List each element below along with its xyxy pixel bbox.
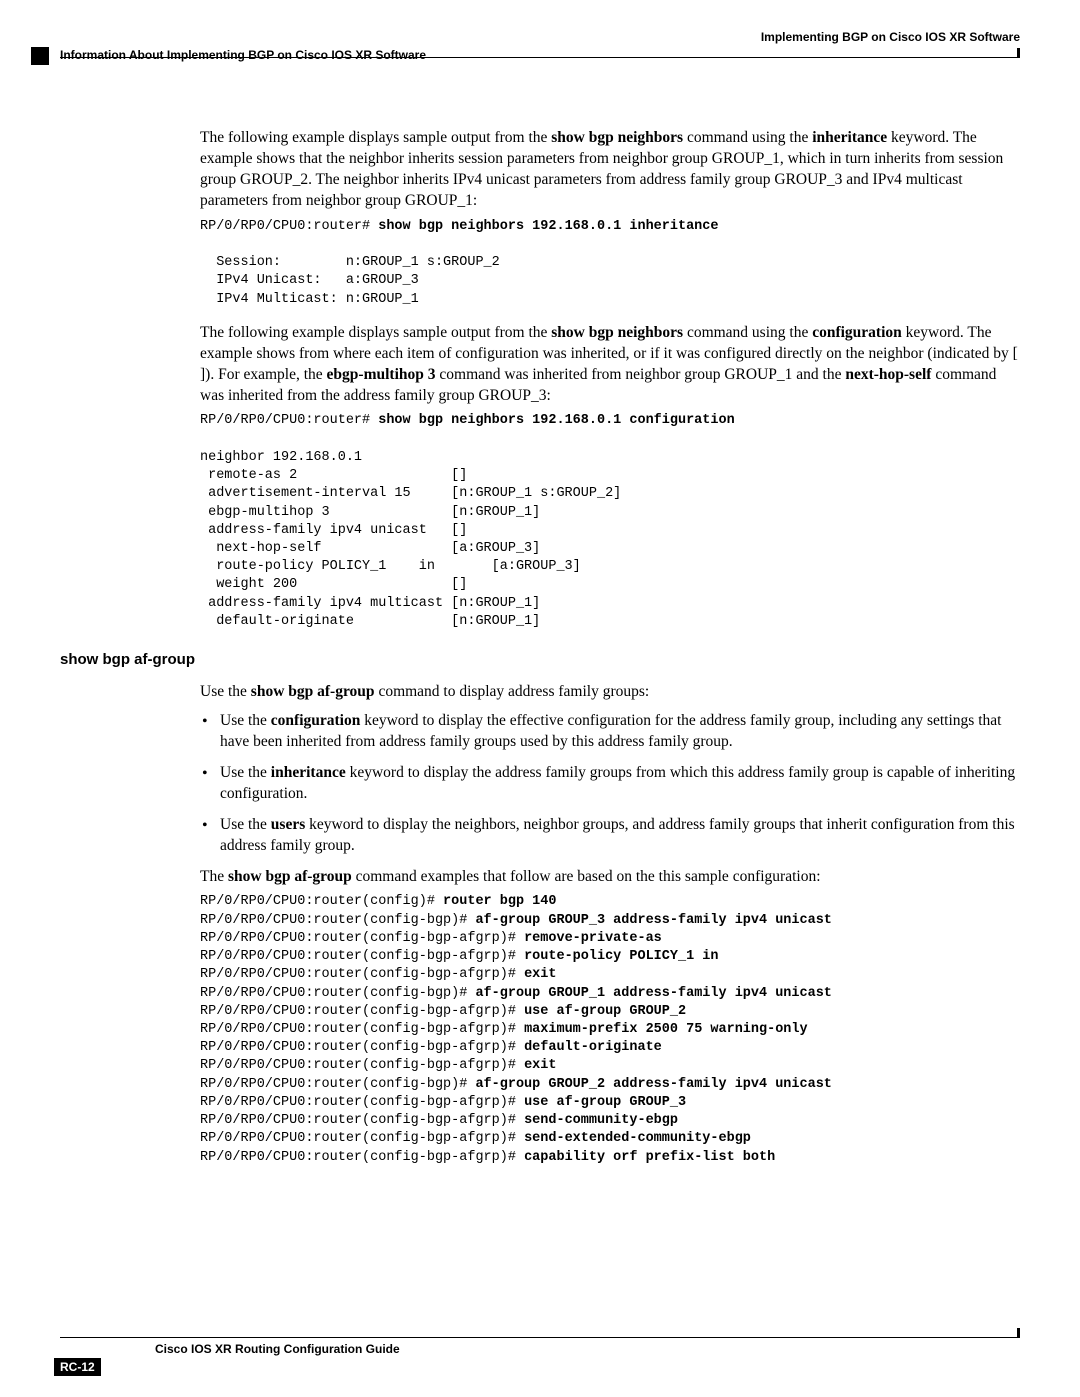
paragraph: The following example displays sample ou…	[200, 323, 1020, 407]
footer-page-number: RC-12	[54, 1358, 101, 1376]
code-block: RP/0/RP0/CPU0:router# show bgp neighbors…	[200, 218, 1020, 309]
bullet-list: Use the configuration keyword to display…	[220, 711, 1020, 857]
page-header: Implementing BGP on Cisco IOS XR Softwar…	[60, 30, 1020, 58]
list-item: Use the users keyword to display the nei…	[220, 815, 1020, 857]
main-content: The following example displays sample ou…	[200, 128, 1020, 1167]
code-block: RP/0/RP0/CPU0:router(config)# router bgp…	[200, 893, 1020, 1166]
paragraph: The show bgp af-group command examples t…	[200, 867, 1020, 888]
code-block: RP/0/RP0/CPU0:router# show bgp neighbors…	[200, 412, 1020, 631]
paragraph: The following example displays sample ou…	[200, 128, 1020, 212]
list-item: Use the inheritance keyword to display t…	[220, 763, 1020, 805]
header-section-title: Information About Implementing BGP on Ci…	[60, 48, 426, 62]
header-chapter-title: Implementing BGP on Cisco IOS XR Softwar…	[761, 30, 1020, 44]
list-item: Use the configuration keyword to display…	[220, 711, 1020, 753]
paragraph: Use the show bgp af-group command to dis…	[200, 682, 1020, 703]
page-footer: Cisco IOS XR Routing Configuration Guide…	[0, 1337, 1080, 1357]
footer-doc-title: Cisco IOS XR Routing Configuration Guide	[155, 1342, 400, 1356]
section-heading: show bgp af-group	[60, 651, 1020, 668]
